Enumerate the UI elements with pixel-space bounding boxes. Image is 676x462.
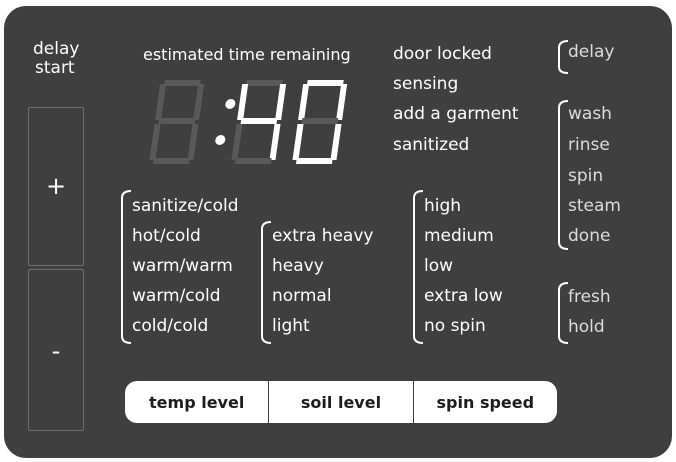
setting-tabs: temp level soil level spin speed bbox=[125, 381, 557, 423]
delay-start-label-line1: delay bbox=[33, 39, 80, 59]
cycle-fresh: fresh bbox=[568, 287, 611, 307]
status-sensing: sensing bbox=[393, 74, 459, 94]
temp-option-warm-cold[interactable]: warm/cold bbox=[132, 288, 221, 305]
status-sanitized: sanitized bbox=[393, 135, 470, 155]
minus-icon: - bbox=[51, 337, 61, 365]
spin-option-no-spin[interactable]: no spin bbox=[424, 318, 486, 335]
spin-speed-button[interactable]: spin speed bbox=[412, 381, 557, 423]
temp-option-warm-warm[interactable]: warm/warm bbox=[132, 258, 233, 275]
cycle-delay: delay bbox=[568, 42, 615, 62]
digit-4-segments bbox=[292, 80, 348, 164]
soil-option-heavy[interactable]: heavy bbox=[272, 258, 324, 275]
spin-option-high[interactable]: high bbox=[424, 198, 461, 215]
seven-segment-digits bbox=[149, 80, 348, 164]
soil-level-button[interactable]: soil level bbox=[268, 381, 412, 423]
delay-start-label-line2: start bbox=[35, 58, 75, 78]
status-door-locked: door locked bbox=[393, 44, 492, 64]
time-display: 40 bbox=[145, 78, 355, 170]
cycle-done: done bbox=[568, 226, 611, 246]
soil-options-bracket bbox=[261, 221, 272, 344]
cycle-spin: spin bbox=[568, 166, 604, 186]
temp-option-cold-cold[interactable]: cold/cold bbox=[132, 318, 208, 335]
cycle-rinse: rinse bbox=[568, 135, 610, 155]
temp-option-hot-cold[interactable]: hot/cold bbox=[132, 228, 201, 245]
spin-option-extra-low[interactable]: extra low bbox=[424, 288, 503, 305]
temp-option-sanitize-cold[interactable]: sanitize/cold bbox=[132, 198, 239, 215]
delay-plus-button[interactable]: + bbox=[28, 107, 84, 266]
delay-minus-button[interactable]: - bbox=[28, 269, 84, 431]
soil-option-extra-heavy[interactable]: extra heavy bbox=[272, 228, 373, 245]
spin-option-low[interactable]: low bbox=[424, 258, 453, 275]
cycle-hold: hold bbox=[568, 317, 605, 337]
spin-option-medium[interactable]: medium bbox=[424, 228, 494, 245]
spin-options-bracket bbox=[413, 190, 424, 344]
status-add-a-garment: add a garment bbox=[393, 104, 519, 124]
temp-options-bracket bbox=[121, 190, 132, 344]
estimated-time-label: estimated time remaining bbox=[143, 45, 351, 64]
soil-option-light[interactable]: light bbox=[272, 318, 310, 335]
cycle-wash: wash bbox=[568, 104, 612, 124]
plus-icon: + bbox=[45, 172, 67, 200]
digit-1-segments bbox=[149, 80, 205, 164]
soil-option-normal[interactable]: normal bbox=[272, 288, 332, 305]
cycle-steam: steam bbox=[568, 196, 621, 216]
temp-level-button[interactable]: temp level bbox=[125, 381, 268, 423]
digit-3-segments bbox=[231, 80, 287, 164]
